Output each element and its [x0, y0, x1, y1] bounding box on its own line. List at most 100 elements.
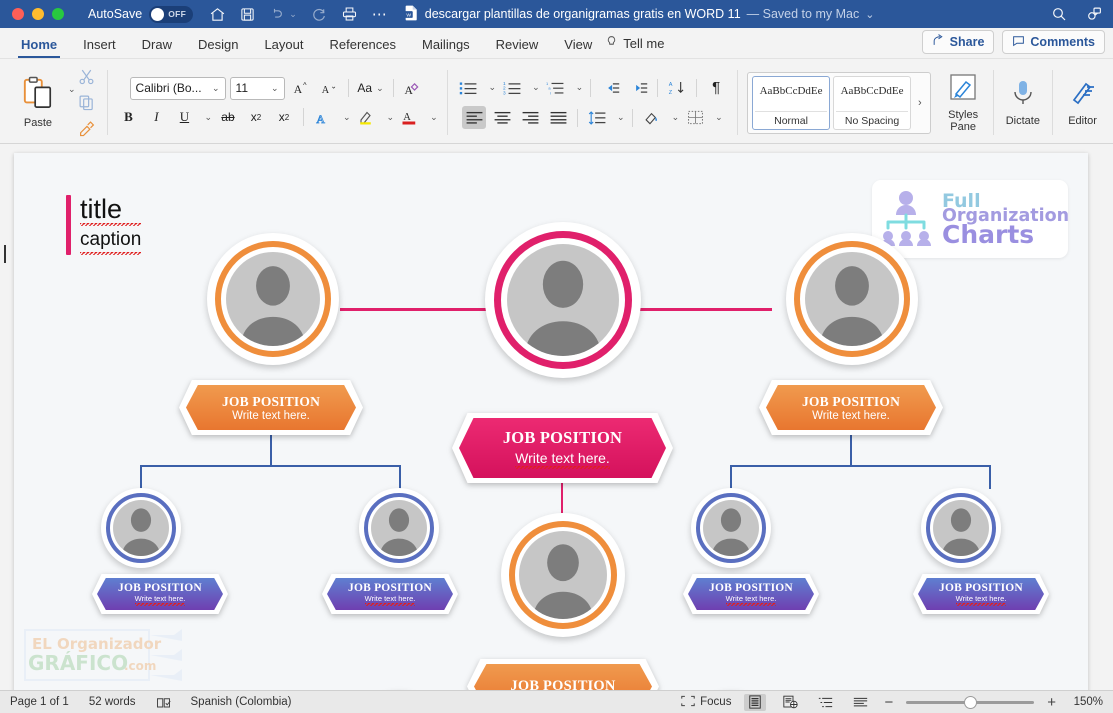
node-r2[interactable] — [921, 488, 1001, 568]
dictate-button[interactable]: Dictate — [996, 62, 1049, 143]
numbering-dropdown-icon[interactable]: ⌄ — [532, 82, 540, 93]
bullets-icon[interactable] — [457, 76, 481, 99]
undo-dropdown-icon[interactable]: ⌄ — [289, 9, 297, 20]
outline-view-button[interactable] — [814, 694, 836, 711]
tab-draw[interactable]: Draw — [129, 37, 185, 58]
titlebar-right-icons[interactable] — [1051, 0, 1103, 28]
multilevel-dropdown-icon[interactable]: ⌄ — [576, 82, 584, 93]
shrink-font-icon[interactable]: A ⌄ — [317, 77, 341, 100]
paste-dropdown-icon[interactable]: ⌄ — [68, 84, 76, 95]
tab-mailings[interactable]: Mailings — [409, 37, 483, 58]
print-layout-view-button[interactable] — [744, 693, 767, 711]
avatar[interactable] — [101, 488, 181, 568]
focus-button[interactable]: Focus — [681, 695, 731, 710]
tab-references[interactable]: References — [317, 37, 409, 58]
banner-center-low[interactable]: JOB POSITION — [467, 659, 659, 690]
copy-icon[interactable] — [78, 94, 95, 116]
paste-button[interactable]: Paste — [12, 76, 64, 129]
align-center-button[interactable] — [490, 106, 514, 129]
superscript-button[interactable]: x2 — [272, 106, 296, 129]
comments-button[interactable]: Comments — [1002, 30, 1105, 54]
banner-l1[interactable]: JOB POSITION Write text here. — [92, 574, 228, 614]
node-r1[interactable] — [691, 488, 771, 568]
avatar[interactable] — [921, 488, 1001, 568]
styles-more-icon[interactable]: › — [914, 97, 926, 109]
line-spacing-dropdown-icon[interactable]: ⌄ — [617, 112, 625, 123]
banner-ceo[interactable]: JOB POSITION Write text here. — [452, 413, 673, 483]
autosave-toggle[interactable]: OFF — [149, 5, 194, 23]
save-icon[interactable] — [240, 7, 255, 22]
avatar[interactable] — [485, 222, 641, 378]
node-right[interactable] — [786, 233, 918, 365]
font-color-dropdown-icon[interactable]: ⌄ — [430, 112, 438, 123]
format-painter-icon[interactable] — [78, 120, 96, 142]
zoom-slider[interactable] — [906, 694, 1035, 711]
style-normal[interactable]: AaBbCcDdEe Normal — [752, 75, 831, 130]
font-size-combobox[interactable]: 11 ⌄ — [229, 76, 285, 100]
search-icon[interactable] — [1051, 6, 1067, 22]
zoom-out-button[interactable]: − — [884, 694, 893, 711]
tab-layout[interactable]: Layout — [251, 37, 316, 58]
print-icon[interactable] — [341, 6, 358, 22]
undo-icon[interactable] — [269, 7, 285, 22]
underline-dropdown-icon[interactable]: ⌄ — [204, 112, 212, 123]
strikethrough-button[interactable]: ab — [216, 106, 240, 129]
share-button[interactable]: Share — [921, 30, 995, 54]
language-label[interactable]: Spanish (Colombia) — [191, 696, 292, 708]
tell-me-button[interactable]: Tell me — [605, 34, 664, 58]
shading-icon[interactable] — [640, 106, 664, 129]
highlight-icon[interactable] — [355, 106, 379, 129]
maximize-window-button[interactable] — [52, 8, 64, 20]
banner-r2[interactable]: JOB POSITION Write text here. — [913, 574, 1049, 614]
avatar[interactable] — [786, 233, 918, 365]
font-color-icon[interactable]: A — [398, 106, 422, 129]
font-name-combobox[interactable]: Calibri (Bo... ⌄ — [129, 76, 226, 100]
italic-button[interactable]: I — [144, 106, 168, 129]
decrease-indent-icon[interactable] — [598, 76, 622, 99]
redo-icon[interactable] — [311, 6, 327, 22]
quick-access-toolbar[interactable]: ⌄ ⋯ — [209, 5, 388, 23]
tab-design[interactable]: Design — [185, 37, 251, 58]
grow-font-icon[interactable]: A ^ — [289, 77, 313, 100]
close-window-button[interactable] — [12, 8, 24, 20]
style-no-spacing[interactable]: AaBbCcDdEe No Spacing — [833, 75, 912, 130]
change-case-icon[interactable]: Aa ⌄ — [356, 77, 386, 100]
sort-icon[interactable]: AZ — [665, 76, 689, 99]
draft-view-button[interactable] — [849, 694, 871, 711]
zoom-level[interactable]: 150% — [1069, 696, 1103, 708]
web-layout-view-button[interactable] — [779, 694, 801, 711]
zoom-in-button[interactable]: + — [1047, 694, 1056, 711]
tab-insert[interactable]: Insert — [70, 37, 129, 58]
node-left[interactable] — [207, 233, 339, 365]
node-l1[interactable] — [101, 488, 181, 568]
editor-button[interactable]: Editor — [1056, 62, 1109, 143]
highlight-dropdown-icon[interactable]: ⌄ — [387, 112, 395, 123]
document-title-area[interactable]: W descargar plantillas de organigramas g… — [404, 5, 874, 24]
underline-button[interactable]: U — [172, 106, 196, 129]
more-commands-icon[interactable]: ⋯ — [372, 5, 388, 23]
banner-right[interactable]: JOB POSITION Write text here. — [759, 380, 943, 435]
banner-r1[interactable]: JOB POSITION Write text here. — [683, 574, 819, 614]
bold-button[interactable]: B — [116, 106, 140, 129]
borders-icon[interactable] — [683, 106, 707, 129]
justify-button[interactable] — [546, 106, 570, 129]
home-icon[interactable] — [209, 6, 226, 23]
align-right-button[interactable] — [518, 106, 542, 129]
page-info[interactable]: Page 1 of 1 — [10, 696, 69, 708]
title-dropdown-icon[interactable]: ⌄ — [865, 8, 874, 21]
banner-l2[interactable]: JOB POSITION Write text here. — [322, 574, 458, 614]
word-count[interactable]: 52 words — [89, 696, 136, 708]
document-area[interactable]: title caption Full Organization Charts E… — [0, 145, 1113, 690]
proofing-icon[interactable] — [156, 696, 171, 709]
node-l2[interactable] — [359, 488, 439, 568]
tab-review[interactable]: Review — [483, 37, 552, 58]
avatar[interactable] — [207, 233, 339, 365]
org-chart[interactable]: JOB POSITION Write text here. JOB POSITI… — [14, 153, 1088, 690]
text-effects-dropdown-icon[interactable]: ⌄ — [343, 112, 351, 123]
avatar[interactable] — [691, 488, 771, 568]
numbering-icon[interactable]: 123 — [500, 76, 524, 99]
tab-view[interactable]: View — [551, 37, 605, 58]
subscript-button[interactable]: x2 — [244, 106, 268, 129]
banner-left[interactable]: JOB POSITION Write text here. — [179, 380, 363, 435]
account-icon[interactable] — [1085, 6, 1103, 23]
